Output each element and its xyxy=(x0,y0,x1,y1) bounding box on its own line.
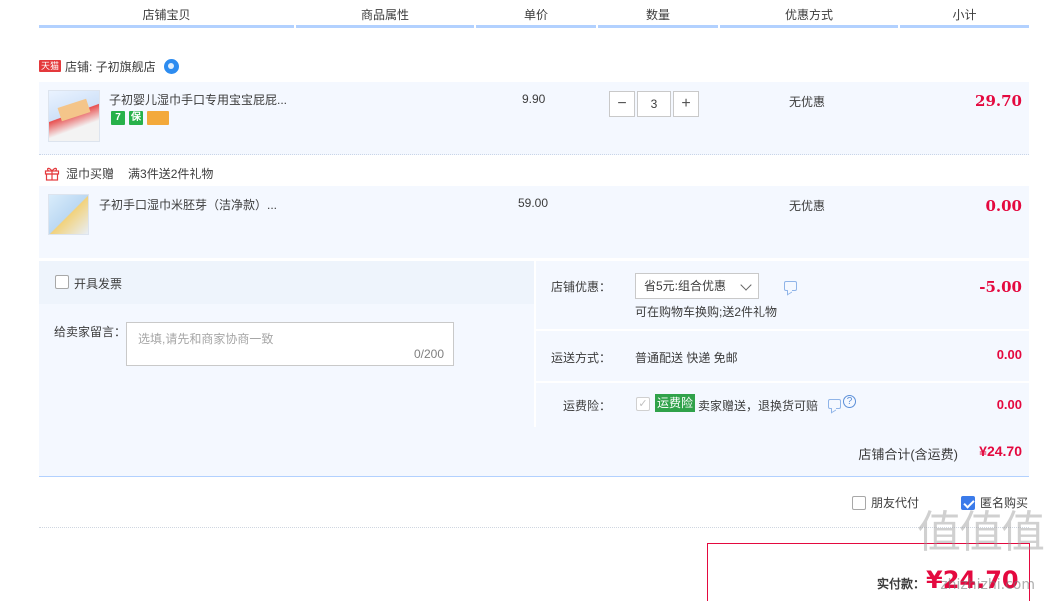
watermark-logo: 值值值 xyxy=(917,507,1045,558)
guarantee-icon[interactable]: 保 xyxy=(129,111,143,125)
watermark-site: zhizhizhi.com xyxy=(940,577,1035,593)
gift-promo-title: 湿巾买赠 xyxy=(66,167,115,181)
tmall-badge: 天猫 xyxy=(39,60,62,72)
product-title[interactable]: 子初手口湿巾米胚芽（洁净款）... xyxy=(99,196,277,213)
shop-discount-label: 店铺优惠： xyxy=(550,280,611,294)
header-col-promo: 优惠方式 xyxy=(720,0,898,28)
header-col-attributes: 商品属性 xyxy=(296,0,474,28)
shipping-row: 运送方式： 普通配送 快递 免邮 0.00 xyxy=(534,331,1029,383)
message-placeholder: 选填,请先和商家协商一致 xyxy=(138,332,274,346)
wangwang-chat-icon[interactable] xyxy=(163,58,179,74)
order-table-header: 店铺宝贝 商品属性 单价 数量 优惠方式 小计 xyxy=(39,0,1029,28)
comment-bubble-icon[interactable] xyxy=(784,281,797,291)
shop-settlement: 店铺优惠： 省5元:组合优惠 可在购物车换购;送2件礼物 -5.00 运送方式：… xyxy=(534,261,1029,427)
unit-price: 9.90 xyxy=(522,92,546,106)
final-payment-label: 实付款： xyxy=(877,577,926,591)
shipping-label: 运送方式： xyxy=(550,351,611,365)
chevron-down-icon xyxy=(740,279,752,291)
promo-text: 无优惠 xyxy=(789,199,826,213)
seller-message-label: 给卖家留言： xyxy=(54,325,127,339)
header-col-subtotal: 小计 xyxy=(900,0,1029,28)
shop-discount-select[interactable]: 省5元:组合优惠 xyxy=(635,273,759,299)
buyer-options: 开具发票 给卖家留言： 选填,请先和商家协商一致 0/200 xyxy=(39,261,534,427)
shop-total-label: 店铺合计(含运费) xyxy=(858,447,958,462)
shop-discount-amount: -5.00 xyxy=(979,278,1022,296)
shop-discount-row: 店铺优惠： 省5元:组合优惠 可在购物车换购;送2件礼物 -5.00 xyxy=(534,261,1029,331)
promo-text: 无优惠 xyxy=(789,95,826,109)
order-item: 子初婴儿湿巾手口专用宝宝屁屁... 7 保 9.90 − 3 + 无优惠 29.… xyxy=(39,82,1029,155)
comment-bubble-icon[interactable] xyxy=(828,399,841,409)
product-title[interactable]: 子初婴儿湿巾手口专用宝宝屁屁... xyxy=(109,91,287,108)
insurance-amount: 0.00 xyxy=(996,397,1022,412)
insurance-tag: 运费险 xyxy=(655,394,696,412)
message-char-count: 0/200 xyxy=(413,347,444,361)
shop-line: 天猫 店铺: 子初旗舰店 xyxy=(39,56,179,76)
help-icon[interactable]: ? xyxy=(843,395,856,408)
item-subtotal: 0.00 xyxy=(985,197,1022,215)
unit-price: 59.00 xyxy=(518,196,549,210)
product-thumbnail[interactable] xyxy=(48,194,89,235)
shop-name[interactable]: 店铺: 子初旗舰店 xyxy=(65,58,156,75)
friend-pay-label: 朋友代付 xyxy=(871,496,920,510)
increase-button[interactable]: + xyxy=(673,91,699,117)
quantity-stepper: − 3 + xyxy=(609,91,699,117)
shop-total-amount: ¥24.70 xyxy=(979,443,1022,459)
shipping-method: 普通配送 快递 免邮 xyxy=(635,351,738,365)
gift-promo-desc: 满3件送2件礼物 xyxy=(128,167,214,181)
gift-promo-line: 湿巾买赠 满3件送2件礼物 xyxy=(44,165,213,182)
friend-pay-checkbox[interactable] xyxy=(852,495,866,510)
shipping-amount: 0.00 xyxy=(996,347,1022,362)
friend-pay-option[interactable]: 朋友代付 xyxy=(852,494,919,511)
seller-message-input[interactable]: 选填,请先和商家协商一致 0/200 xyxy=(126,322,454,366)
insurance-row: 运费险： ✓ 运费险 卖家赠送，退换货可赔 ? 0.00 xyxy=(534,383,1029,427)
header-col-unit-price: 单价 xyxy=(476,0,596,28)
header-col-quantity: 数量 xyxy=(598,0,718,28)
service-badges: 7 保 xyxy=(111,111,169,125)
insurance-checkbox[interactable]: ✓ xyxy=(636,397,650,411)
product-thumbnail[interactable] xyxy=(48,90,100,142)
header-col-item: 店铺宝贝 xyxy=(39,0,294,28)
quantity-input[interactable]: 3 xyxy=(637,91,671,117)
divider xyxy=(39,527,1029,528)
insurance-text: 卖家赠送，退换货可赔 xyxy=(698,399,819,413)
payment-options: 朋友代付 匿名购买 xyxy=(0,494,1049,514)
gift-icon xyxy=(44,166,60,181)
invoice-label[interactable]: 开具发票 xyxy=(74,275,122,292)
order-item: 子初手口湿巾米胚芽（洁净款）... 59.00 无优惠 0.00 xyxy=(39,186,1029,258)
seven-day-return-icon[interactable]: 7 xyxy=(111,111,125,125)
order-options-panel: 开具发票 给卖家留言： 选填,请先和商家协商一致 0/200 店铺优惠： 省5元… xyxy=(39,261,1029,477)
shop-total-row: 店铺合计(含运费) ¥24.70 xyxy=(39,427,1029,477)
shop-discount-selected: 省5元:组合优惠 xyxy=(644,279,727,293)
credit-card-icon[interactable] xyxy=(147,111,169,125)
item-subtotal: 29.70 xyxy=(975,92,1022,110)
insurance-label: 运费险： xyxy=(562,399,611,413)
decrease-button[interactable]: − xyxy=(609,91,635,117)
invoice-checkbox[interactable] xyxy=(55,275,69,289)
invoice-row: 开具发票 xyxy=(39,261,534,304)
shop-discount-note: 可在购物车换购;送2件礼物 xyxy=(635,305,778,319)
